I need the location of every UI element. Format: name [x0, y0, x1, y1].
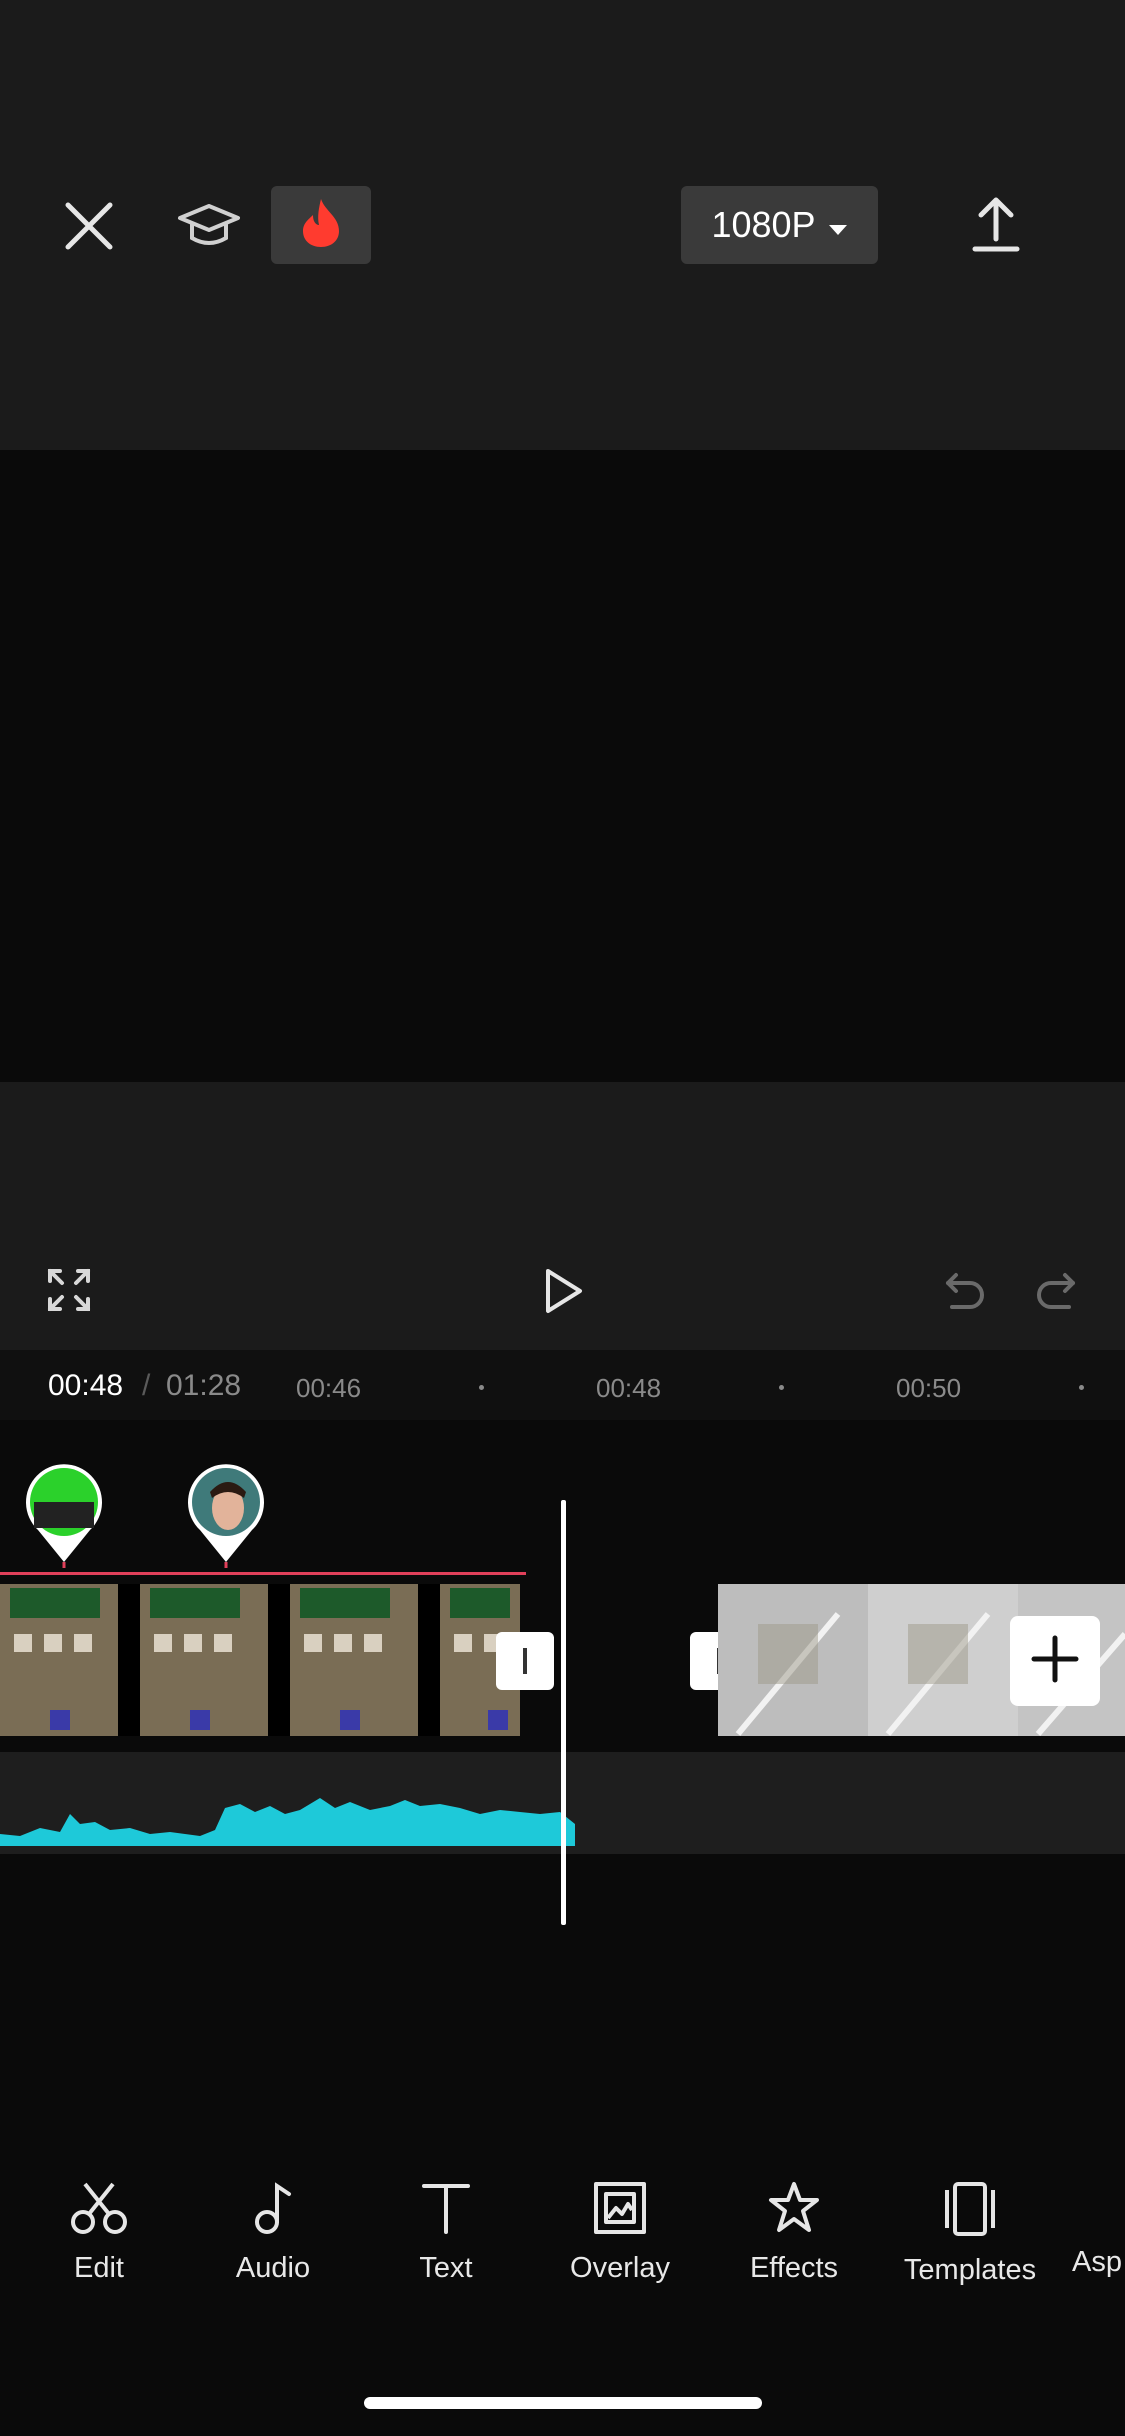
ruler-tick-label: 00:46 [296, 1373, 362, 1403]
music-note-icon [245, 2182, 301, 2243]
tool-edit[interactable]: Edit [29, 2180, 169, 2285]
audio-waveform[interactable] [0, 1784, 575, 1846]
undo-icon[interactable] [941, 1268, 987, 1314]
clip-trim-handle-right[interactable] [496, 1632, 554, 1690]
tool-overlay[interactable]: Overlay [550, 2180, 690, 2285]
redo-icon[interactable] [1034, 1268, 1080, 1314]
hot-templates-button[interactable] [271, 186, 371, 264]
resolution-selector[interactable]: 1080P [681, 186, 878, 264]
templates-icon [939, 2182, 1001, 2245]
current-time: 00:48 [48, 1369, 124, 1402]
total-time: 01:28 [166, 1369, 242, 1402]
tool-label: Overlay [570, 2252, 670, 2284]
play-icon[interactable] [538, 1265, 588, 1317]
home-indicator[interactable] [364, 2397, 762, 2409]
overlay-marker[interactable] [20, 1458, 108, 1572]
close-icon[interactable] [58, 195, 120, 257]
export-upload-icon[interactable] [966, 192, 1026, 258]
tool-aspect[interactable]: Asp [1072, 2180, 1125, 2279]
tool-templates[interactable]: Templates [900, 2180, 1040, 2287]
tool-effects[interactable]: Effects [724, 2180, 864, 2285]
ruler-tick-label: 00:50 [896, 1373, 962, 1403]
fullscreen-icon[interactable] [44, 1265, 94, 1315]
resolution-label: 1080P [711, 204, 816, 245]
effects-star-icon [765, 2182, 823, 2243]
text-icon [418, 2184, 474, 2243]
add-clip-button[interactable] [1010, 1616, 1100, 1706]
playhead[interactable] [561, 1500, 566, 1925]
aspect-icon [1072, 2180, 1125, 2238]
tool-text[interactable]: Text [376, 2180, 516, 2285]
flame-icon [299, 197, 343, 254]
tool-label: Asp [1072, 2246, 1122, 2278]
overlay-marker-face[interactable] [182, 1458, 270, 1572]
top-bar [0, 0, 1125, 450]
time-separator: / [142, 1369, 151, 1402]
ruler-dot [479, 1385, 484, 1390]
tool-label: Effects [749, 2252, 839, 2284]
plus-icon [1030, 1634, 1080, 1689]
ruler-dot [1079, 1385, 1084, 1390]
tool-label: Templates [903, 2254, 1037, 2286]
scissors-icon [69, 2182, 129, 2243]
video-clip-1[interactable] [0, 1584, 520, 1736]
overlay-track-line [0, 1572, 526, 1575]
tool-label: Text [419, 2252, 473, 2284]
ruler-tick-label: 00:48 [596, 1373, 662, 1403]
tool-audio[interactable]: Audio [203, 2180, 343, 2285]
ruler-dot [779, 1385, 784, 1390]
video-preview[interactable] [0, 450, 1125, 1082]
caret-down-icon [828, 204, 848, 246]
graduation-cap-icon[interactable] [174, 195, 244, 257]
tool-label: Audio [235, 2252, 311, 2284]
tool-label: Edit [74, 2252, 124, 2284]
overlay-icon [592, 2182, 648, 2243]
